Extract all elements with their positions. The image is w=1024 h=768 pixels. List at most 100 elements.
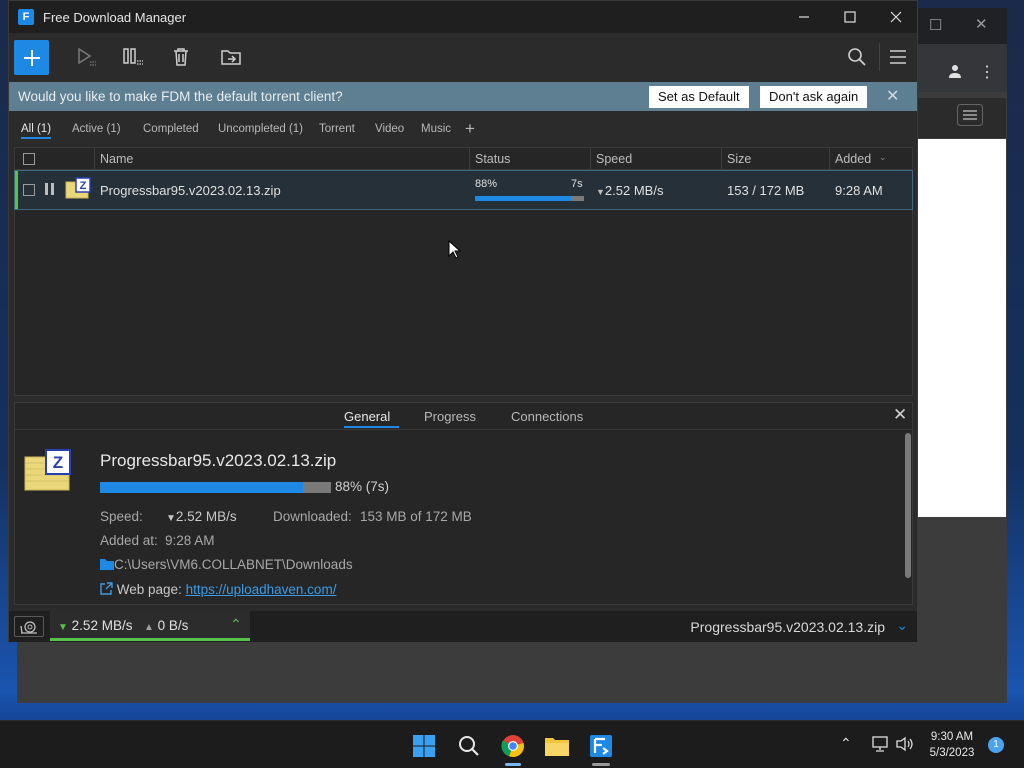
delete-button[interactable]	[164, 40, 198, 74]
chrome-icon	[501, 735, 524, 758]
clock-date: 5/3/2023	[929, 747, 975, 759]
snail-icon	[20, 620, 37, 634]
move-to-folder-button[interactable]	[214, 40, 248, 74]
details-progress-bar	[100, 482, 331, 493]
notification-badge[interactable]: 1	[988, 737, 1004, 753]
fdm-app-icon	[590, 735, 612, 757]
add-download-button[interactable]	[14, 40, 49, 75]
taskbar-search-button[interactable]	[456, 733, 482, 759]
column-status[interactable]: Status	[475, 152, 510, 166]
folder-icon	[100, 559, 114, 570]
maximize-icon[interactable]: ☐	[929, 16, 942, 34]
speed-label: Speed:	[100, 509, 143, 524]
dont-ask-again-button[interactable]: Don't ask again	[760, 86, 868, 108]
download-speed-status: ▼ 2.52 MB/s	[58, 618, 133, 633]
clock-time: 9:30 AM	[930, 731, 974, 743]
speed-indicator[interactable]: ▼ 2.52 MB/s ▲ 0 B/s ⌃	[50, 611, 250, 641]
pause-button[interactable]	[116, 40, 150, 74]
profile-icon[interactable]	[947, 63, 963, 83]
tab-connections[interactable]: Connections	[511, 409, 583, 424]
status-file-name[interactable]: Progressbar95.v2023.02.13.zip	[690, 619, 885, 635]
table-row[interactable]: Z Progressbar95.v2023.02.13.zip 88% 7s ▼…	[14, 170, 913, 210]
chevron-up-icon[interactable]: ⌃	[230, 616, 242, 633]
banner-close-icon[interactable]: ✕	[886, 86, 899, 106]
start-button[interactable]	[411, 733, 437, 759]
web-page-link[interactable]: https://uploadhaven.com/	[186, 582, 337, 597]
column-added[interactable]: Added	[835, 152, 871, 166]
download-size: 153 / 172 MB	[727, 183, 805, 198]
sort-chevron-icon: ⌄	[879, 152, 887, 162]
fdm-taskbar-button[interactable]	[588, 733, 614, 759]
tab-progress[interactable]: Progress	[424, 409, 476, 424]
maximize-button[interactable]	[827, 1, 873, 33]
add-filter-icon[interactable]: +	[465, 119, 475, 139]
chevron-down-icon[interactable]: ⌄	[896, 617, 908, 634]
file-explorer-button[interactable]	[544, 733, 570, 759]
column-speed[interactable]: Speed	[596, 152, 632, 166]
row-pause-icon[interactable]	[44, 182, 56, 199]
added-value: 9:28 AM	[165, 533, 215, 548]
close-icon	[890, 11, 902, 23]
details-close-icon[interactable]: ✕	[893, 405, 907, 425]
filter-completed[interactable]: Completed	[143, 123, 199, 135]
download-speed: ▼2.52 MB/s	[596, 183, 664, 198]
minimize-icon	[799, 16, 809, 18]
downloaded-value: 153 MB of 172 MB	[360, 509, 472, 524]
banner-text: Would you like to make FDM the default t…	[18, 89, 343, 104]
details-panel: General Progress Connections ✕ Z Progres…	[14, 402, 913, 605]
network-icon[interactable]	[871, 736, 889, 755]
hamburger-icon	[890, 50, 906, 64]
filter-uncompleted[interactable]: Uncompleted (1)	[218, 123, 303, 135]
svg-text:Z: Z	[80, 180, 87, 192]
download-name: Progressbar95.v2023.02.13.zip	[100, 183, 281, 198]
close-icon[interactable]: ✕	[975, 15, 988, 33]
zip-archive-icon: Z	[65, 177, 91, 202]
play-icon	[78, 47, 96, 66]
app-logo-icon: F	[18, 9, 34, 25]
fdm-window: F Free Download Manager Would you like t…	[8, 0, 918, 642]
resume-button[interactable]	[69, 40, 103, 74]
tab-general[interactable]: General	[344, 409, 390, 424]
save-path[interactable]: C:\Users\VM6.COLLABNET\Downloads	[100, 557, 353, 572]
status-bar: ▼ 2.52 MB/s ▲ 0 B/s ⌃ Progressbar95.v202…	[9, 611, 917, 642]
added-label: Added at:	[100, 533, 158, 548]
default-torrent-banner: Would you like to make FDM the default t…	[9, 82, 917, 111]
zip-archive-large-icon: Z	[24, 449, 72, 494]
maximize-icon	[844, 11, 856, 23]
select-all-checkbox[interactable]	[23, 153, 35, 165]
chrome-taskbar-button[interactable]	[500, 733, 526, 759]
filter-torrent[interactable]: Torrent	[319, 123, 355, 135]
mouse-cursor-icon	[448, 240, 462, 259]
filter-all[interactable]: All (1)	[21, 123, 52, 139]
chevron-up-icon[interactable]: ⌃	[840, 735, 852, 752]
filter-video[interactable]: Video	[375, 123, 404, 135]
trash-icon	[174, 48, 188, 66]
kebab-menu-icon[interactable]: ⋮	[979, 62, 995, 82]
set-as-default-button[interactable]: Set as Default	[649, 86, 749, 108]
up-arrow-icon: ▲	[144, 622, 154, 633]
speed-limit-button[interactable]	[14, 616, 44, 637]
system-clock[interactable]: 9:30 AM 5/3/2023	[920, 729, 984, 761]
details-scrollbar[interactable]	[905, 433, 911, 578]
filter-music[interactable]: Music	[421, 123, 451, 135]
row-checkbox[interactable]	[23, 184, 35, 196]
minimize-button[interactable]	[781, 1, 827, 33]
volume-icon[interactable]	[896, 736, 914, 755]
close-button[interactable]	[873, 1, 919, 33]
search-button[interactable]	[840, 40, 874, 74]
search-icon	[848, 48, 866, 66]
download-added: 9:28 AM	[835, 183, 883, 198]
search-icon	[459, 736, 479, 756]
column-name[interactable]: Name	[100, 152, 133, 166]
web-page-row: Web page: https://uploadhaven.com/	[100, 582, 336, 597]
main-menu-button[interactable]	[881, 40, 915, 74]
download-list-header: Name Status Speed Size Added ⌄	[14, 147, 913, 170]
details-progress-text: 88% (7s)	[335, 479, 390, 494]
speed-value: ▼2.52 MB/s	[166, 509, 237, 524]
down-arrow-icon: ▼	[58, 622, 68, 633]
download-list-area[interactable]	[14, 210, 913, 396]
filter-active[interactable]: Active (1)	[72, 123, 121, 135]
hamburger-icon[interactable]	[957, 104, 983, 130]
title-bar[interactable]: F Free Download Manager	[9, 1, 917, 33]
column-size[interactable]: Size	[727, 152, 751, 166]
